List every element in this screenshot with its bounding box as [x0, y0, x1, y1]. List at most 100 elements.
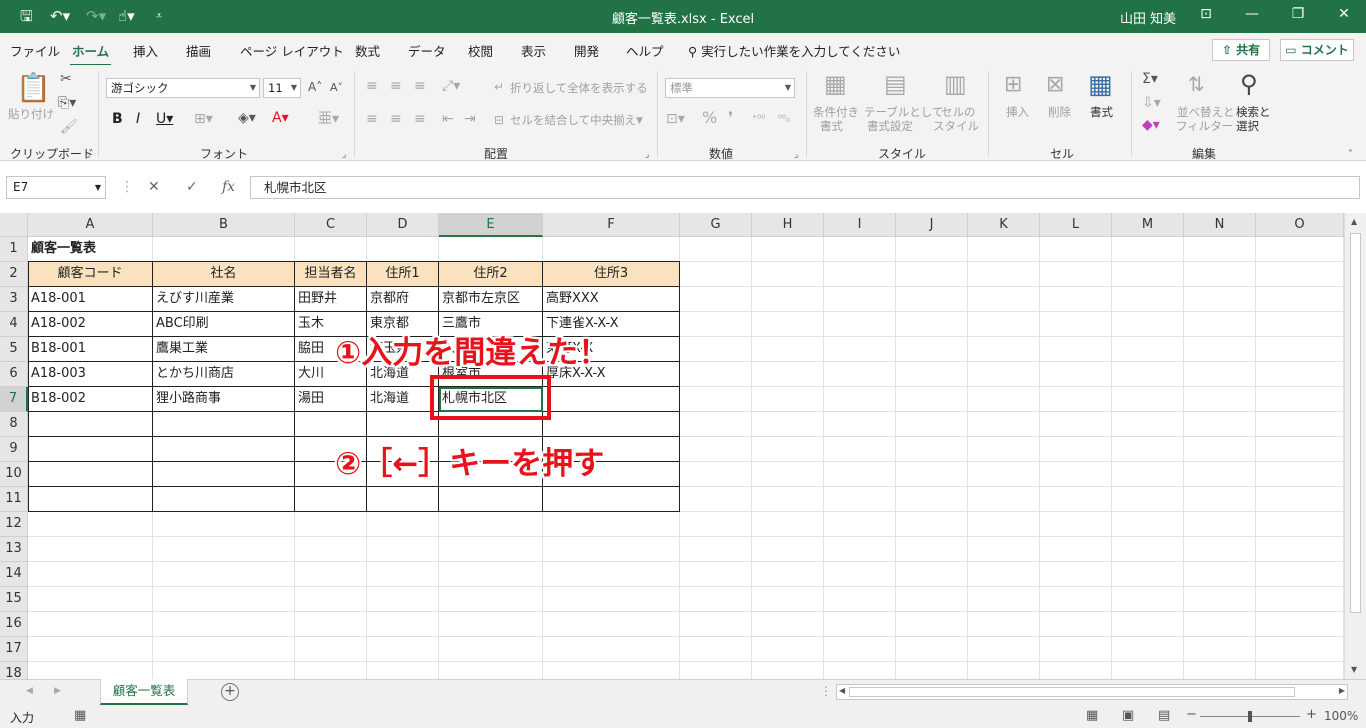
- cell-i1[interactable]: [824, 237, 896, 262]
- row-header-4[interactable]: 4: [0, 312, 28, 337]
- cell-m5[interactable]: [1112, 337, 1184, 362]
- cell-a3[interactable]: A18-001: [28, 287, 153, 312]
- column-header-m[interactable]: M: [1112, 213, 1184, 237]
- cell-o18[interactable]: [1256, 662, 1344, 679]
- cell-o11[interactable]: [1256, 487, 1344, 512]
- cell-j11[interactable]: [896, 487, 968, 512]
- cancel-icon[interactable]: ✕: [148, 179, 160, 195]
- cell-d18[interactable]: [367, 662, 439, 679]
- decrease-indent-icon[interactable]: ⇤: [442, 111, 454, 127]
- cell-e16[interactable]: [439, 612, 543, 637]
- restore-icon[interactable]: ❐: [1278, 6, 1318, 22]
- cell-d13[interactable]: [367, 537, 439, 562]
- cell-m9[interactable]: [1112, 437, 1184, 462]
- cell-i18[interactable]: [824, 662, 896, 679]
- cell-l12[interactable]: [1040, 512, 1112, 537]
- cell-i9[interactable]: [824, 437, 896, 462]
- enter-icon[interactable]: ✓: [186, 179, 198, 195]
- cell-c1[interactable]: [295, 237, 367, 262]
- cell-b13[interactable]: [153, 537, 295, 562]
- cell-l10[interactable]: [1040, 462, 1112, 487]
- cell-j2[interactable]: [896, 262, 968, 287]
- cell-e17[interactable]: [439, 637, 543, 662]
- cell-e14[interactable]: [439, 562, 543, 587]
- collapse-ribbon-icon[interactable]: ˄: [1348, 147, 1353, 163]
- column-header-d[interactable]: D: [367, 213, 439, 237]
- cell-m7[interactable]: [1112, 387, 1184, 412]
- chevron-down-icon[interactable]: ▼: [636, 113, 643, 129]
- cell-b16[interactable]: [153, 612, 295, 637]
- cell-b18[interactable]: [153, 662, 295, 679]
- cell-k3[interactable]: [968, 287, 1040, 312]
- cell-o2[interactable]: [1256, 262, 1344, 287]
- cell-n16[interactable]: [1184, 612, 1256, 637]
- cell-h18[interactable]: [752, 662, 824, 679]
- horizontal-scrollbar[interactable]: ◀ ▶: [836, 684, 1348, 700]
- cell-o7[interactable]: [1256, 387, 1344, 412]
- cell-a16[interactable]: [28, 612, 153, 637]
- insert-cells-label[interactable]: 挿入: [1006, 105, 1029, 119]
- macro-record-icon[interactable]: ▦: [74, 708, 86, 723]
- cell-l18[interactable]: [1040, 662, 1112, 679]
- merge-center-button[interactable]: セルを結合して中央揃え: [510, 113, 636, 127]
- row-header-1[interactable]: 1: [0, 237, 28, 262]
- column-header-k[interactable]: K: [968, 213, 1040, 237]
- cell-d16[interactable]: [367, 612, 439, 637]
- cell-h1[interactable]: [752, 237, 824, 262]
- cell-j9[interactable]: [896, 437, 968, 462]
- row-header-12[interactable]: 12: [0, 512, 28, 537]
- column-header-b[interactable]: B: [153, 213, 295, 237]
- column-header-e[interactable]: E: [439, 213, 543, 237]
- cell-j6[interactable]: [896, 362, 968, 387]
- cell-m12[interactable]: [1112, 512, 1184, 537]
- cell-f3[interactable]: 高野XXX: [543, 287, 680, 312]
- format-cells-label[interactable]: 書式: [1090, 105, 1113, 119]
- cell-b1[interactable]: [153, 237, 295, 262]
- cell-i14[interactable]: [824, 562, 896, 587]
- cell-j4[interactable]: [896, 312, 968, 337]
- row-header-7[interactable]: 7: [0, 387, 28, 412]
- cell-h8[interactable]: [752, 412, 824, 437]
- minimize-icon[interactable]: —: [1232, 6, 1272, 22]
- cell-h3[interactable]: [752, 287, 824, 312]
- cell-m4[interactable]: [1112, 312, 1184, 337]
- orientation-icon[interactable]: ⤢▾: [442, 78, 460, 94]
- cell-a11[interactable]: [28, 487, 153, 512]
- cell-n15[interactable]: [1184, 587, 1256, 612]
- format-painter-icon[interactable]: 🖌: [60, 119, 78, 135]
- cell-k10[interactable]: [968, 462, 1040, 487]
- cell-l16[interactable]: [1040, 612, 1112, 637]
- cell-l15[interactable]: [1040, 587, 1112, 612]
- cell-h17[interactable]: [752, 637, 824, 662]
- cell-g5[interactable]: [680, 337, 752, 362]
- tab-home[interactable]: ホーム: [69, 41, 112, 66]
- cell-d3[interactable]: 京都府: [367, 287, 439, 312]
- cell-a4[interactable]: A18-002: [28, 312, 153, 337]
- align-bottom-icon[interactable]: ≡: [414, 78, 426, 94]
- user-name[interactable]: 山田 知美: [1120, 8, 1176, 27]
- column-header-o[interactable]: O: [1256, 213, 1344, 237]
- cell-j3[interactable]: [896, 287, 968, 312]
- phonetic-icon[interactable]: 亜▾: [318, 111, 339, 127]
- cell-c14[interactable]: [295, 562, 367, 587]
- zoom-in-icon[interactable]: +: [1306, 707, 1317, 722]
- cell-o5[interactable]: [1256, 337, 1344, 362]
- cell-l2[interactable]: [1040, 262, 1112, 287]
- cell-k9[interactable]: [968, 437, 1040, 462]
- cell-n17[interactable]: [1184, 637, 1256, 662]
- cell-m6[interactable]: [1112, 362, 1184, 387]
- cell-o17[interactable]: [1256, 637, 1344, 662]
- cell-b15[interactable]: [153, 587, 295, 612]
- cell-c11[interactable]: [295, 487, 367, 512]
- comma-icon[interactable]: ❜: [728, 110, 733, 126]
- column-header-g[interactable]: G: [680, 213, 752, 237]
- cell-l5[interactable]: [1040, 337, 1112, 362]
- cell-l17[interactable]: [1040, 637, 1112, 662]
- cell-a13[interactable]: [28, 537, 153, 562]
- cell-f2[interactable]: 住所3: [543, 262, 680, 287]
- cell-h15[interactable]: [752, 587, 824, 612]
- cell-k6[interactable]: [968, 362, 1040, 387]
- cell-g8[interactable]: [680, 412, 752, 437]
- cell-c7[interactable]: 湯田: [295, 387, 367, 412]
- cell-o1[interactable]: [1256, 237, 1344, 262]
